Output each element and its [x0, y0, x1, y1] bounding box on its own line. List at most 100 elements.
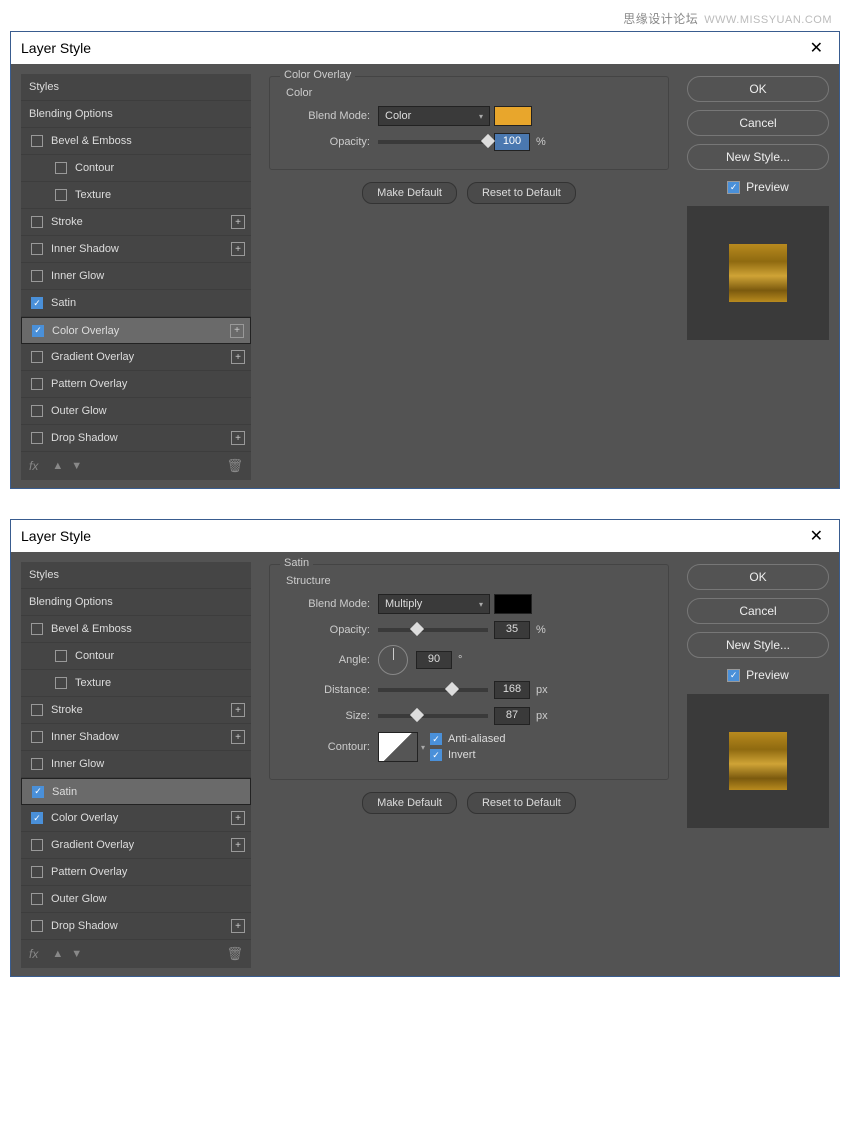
cancel-button[interactable]: Cancel	[687, 598, 829, 624]
pattern-overlay[interactable]: Pattern Overlay	[21, 859, 251, 886]
preview-swatch	[729, 244, 787, 302]
inner-glow[interactable]: Inner Glow	[21, 751, 251, 778]
stroke[interactable]: Stroke+	[21, 697, 251, 724]
add-icon[interactable]: +	[231, 919, 245, 933]
satin[interactable]: Satin	[21, 290, 251, 317]
reset-default-button[interactable]: Reset to Default	[467, 182, 576, 204]
up-icon[interactable]: ▲	[52, 948, 63, 960]
angle-dial[interactable]	[378, 645, 408, 675]
blend-mode-label: Blend Mode:	[282, 110, 370, 122]
layer-style-dialog-color-overlay: Layer Style ✕ Styles Blending Options Be…	[10, 31, 840, 489]
styles-list: Styles Blending Options Bevel & Emboss C…	[21, 562, 251, 968]
blending-options[interactable]: Blending Options	[21, 589, 251, 616]
stroke[interactable]: Stroke+	[21, 209, 251, 236]
opacity-label: Opacity:	[282, 624, 370, 636]
group-legend: Color Overlay	[280, 69, 355, 81]
contour-picker[interactable]: ▾	[378, 732, 418, 762]
color-overlay[interactable]: Color Overlay+	[21, 317, 251, 344]
trash-icon[interactable]: 🗑	[226, 458, 243, 474]
trash-icon[interactable]: 🗑	[226, 946, 243, 962]
drop-shadow[interactable]: Drop Shadow+	[21, 913, 251, 940]
drop-shadow[interactable]: Drop Shadow+	[21, 425, 251, 452]
size-label: Size:	[282, 710, 370, 722]
add-icon[interactable]: +	[231, 431, 245, 445]
preview-swatch	[729, 732, 787, 790]
anti-aliased-checkbox[interactable]: Anti-aliased	[430, 733, 505, 745]
close-icon[interactable]: ✕	[804, 38, 829, 58]
settings-panel: Satin Structure Blend Mode: Multiply▾ Op…	[269, 562, 669, 968]
close-icon[interactable]: ✕	[804, 526, 829, 546]
add-icon[interactable]: +	[231, 730, 245, 744]
preview-toggle[interactable]: Preview	[687, 180, 829, 194]
fx-icon[interactable]: fx	[29, 947, 38, 961]
invert-checkbox[interactable]: Invert	[430, 749, 505, 761]
titlebar: Layer Style ✕	[11, 520, 839, 552]
checkbox-on-icon	[727, 181, 740, 194]
opacity-slider[interactable]	[378, 140, 488, 144]
checkbox-on-icon	[727, 669, 740, 682]
inner-glow[interactable]: Inner Glow	[21, 263, 251, 290]
size-slider[interactable]	[378, 714, 488, 718]
new-style-button[interactable]: New Style...	[687, 144, 829, 170]
angle-input[interactable]: 90	[416, 651, 452, 669]
pattern-overlay[interactable]: Pattern Overlay	[21, 371, 251, 398]
watermark: 思缘设计论坛WWW.MISSYUAN.COM	[10, 4, 840, 31]
ok-button[interactable]: OK	[687, 76, 829, 102]
inner-shadow[interactable]: Inner Shadow+	[21, 236, 251, 263]
opacity-input[interactable]: 35	[494, 621, 530, 639]
ok-button[interactable]: OK	[687, 564, 829, 590]
cancel-button[interactable]: Cancel	[687, 110, 829, 136]
distance-slider[interactable]	[378, 688, 488, 692]
outer-glow[interactable]: Outer Glow	[21, 886, 251, 913]
contour[interactable]: Contour	[21, 643, 251, 670]
layer-style-dialog-satin: Layer Style ✕ Styles Blending Options Be…	[10, 519, 840, 977]
gradient-overlay[interactable]: Gradient Overlay+	[21, 344, 251, 371]
add-icon[interactable]: +	[231, 838, 245, 852]
add-icon[interactable]: +	[231, 242, 245, 256]
texture[interactable]: Texture	[21, 182, 251, 209]
opacity-label: Opacity:	[282, 136, 370, 148]
distance-label: Distance:	[282, 684, 370, 696]
opacity-slider[interactable]	[378, 628, 488, 632]
contour-label: Contour:	[282, 741, 370, 753]
angle-label: Angle:	[282, 654, 370, 666]
size-input[interactable]: 87	[494, 707, 530, 725]
color-swatch[interactable]	[494, 106, 532, 126]
reset-default-button[interactable]: Reset to Default	[467, 792, 576, 814]
add-icon[interactable]: +	[231, 703, 245, 717]
blend-mode-select[interactable]: Multiply▾	[378, 594, 490, 614]
styles-header[interactable]: Styles	[21, 562, 251, 589]
contour[interactable]: Contour	[21, 155, 251, 182]
add-icon[interactable]: +	[231, 811, 245, 825]
preview-toggle[interactable]: Preview	[687, 668, 829, 682]
styles-list: Styles Blending Options Bevel & Emboss C…	[21, 74, 251, 480]
color-swatch[interactable]	[494, 594, 532, 614]
texture[interactable]: Texture	[21, 670, 251, 697]
satin[interactable]: Satin	[21, 778, 251, 805]
dialog-title: Layer Style	[21, 528, 91, 544]
blend-mode-select[interactable]: Color▾	[378, 106, 490, 126]
opacity-input[interactable]: 100	[494, 133, 530, 151]
make-default-button[interactable]: Make Default	[362, 792, 457, 814]
outer-glow[interactable]: Outer Glow	[21, 398, 251, 425]
add-icon[interactable]: +	[231, 350, 245, 364]
fx-icon[interactable]: fx	[29, 459, 38, 473]
gradient-overlay[interactable]: Gradient Overlay+	[21, 832, 251, 859]
down-icon[interactable]: ▼	[71, 460, 82, 472]
inner-shadow[interactable]: Inner Shadow+	[21, 724, 251, 751]
styles-header[interactable]: Styles	[21, 74, 251, 101]
bevel-emboss[interactable]: Bevel & Emboss	[21, 616, 251, 643]
chevron-down-icon: ▾	[421, 743, 425, 752]
list-footer: fx ▲ ▼ 🗑	[21, 940, 251, 968]
color-overlay[interactable]: Color Overlay+	[21, 805, 251, 832]
bevel-emboss[interactable]: Bevel & Emboss	[21, 128, 251, 155]
new-style-button[interactable]: New Style...	[687, 632, 829, 658]
preview-box	[687, 206, 829, 340]
up-icon[interactable]: ▲	[52, 460, 63, 472]
distance-input[interactable]: 168	[494, 681, 530, 699]
add-icon[interactable]: +	[231, 215, 245, 229]
add-icon[interactable]: +	[230, 324, 244, 338]
down-icon[interactable]: ▼	[71, 948, 82, 960]
make-default-button[interactable]: Make Default	[362, 182, 457, 204]
blending-options[interactable]: Blending Options	[21, 101, 251, 128]
